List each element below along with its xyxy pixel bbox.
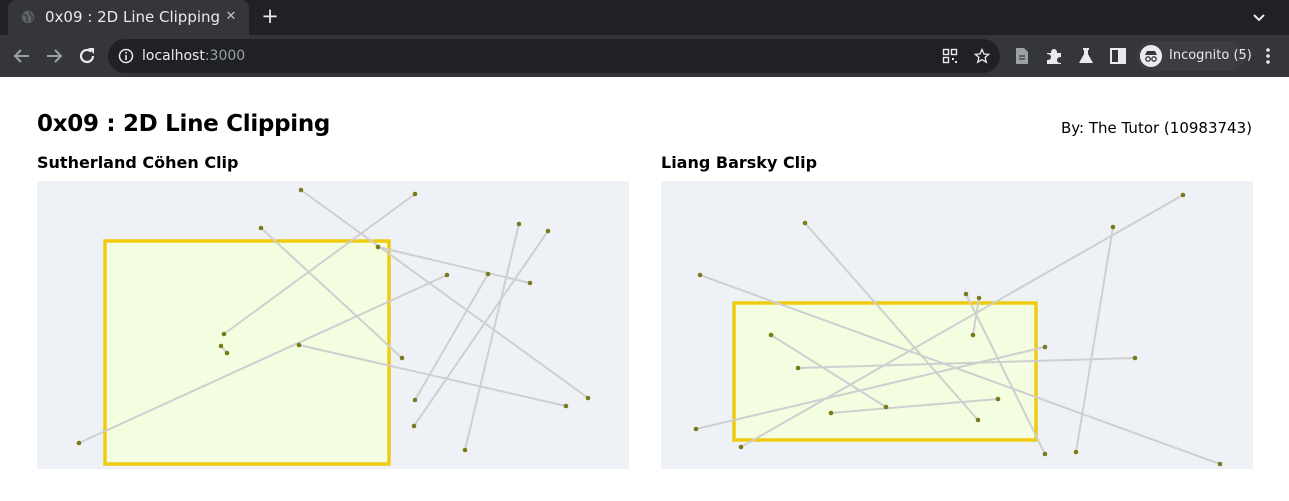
- tab-strip: 0x09 : 2D Line Clipping ✕ +: [0, 0, 1289, 35]
- line-endpoint: [1042, 451, 1048, 457]
- close-icon[interactable]: ✕: [222, 8, 240, 26]
- sidebar-icon[interactable]: [1107, 45, 1129, 67]
- line-endpoint: [221, 331, 227, 337]
- clip-window: [103, 239, 391, 466]
- line-endpoint: [1073, 449, 1079, 455]
- line-endpoint: [296, 342, 302, 348]
- profile-label: Incognito (5): [1169, 48, 1252, 63]
- line-endpoint: [1217, 461, 1223, 467]
- line-endpoint: [963, 291, 969, 297]
- line-endpoint: [545, 228, 551, 234]
- line-endpoint: [975, 417, 981, 423]
- puzzle-icon[interactable]: [1043, 45, 1065, 67]
- line-endpoint: [399, 355, 405, 361]
- document-icon[interactable]: [1011, 45, 1033, 67]
- line-endpoint: [76, 440, 82, 446]
- line-endpoint: [224, 350, 230, 356]
- page-title: 0x09 : 2D Line Clipping: [37, 111, 331, 137]
- line-endpoint: [485, 271, 491, 277]
- line-endpoint: [527, 280, 533, 286]
- forward-arrow-icon[interactable]: [42, 44, 66, 68]
- line-endpoint: [828, 410, 834, 416]
- back-arrow-icon[interactable]: [10, 44, 34, 68]
- line-endpoint: [258, 225, 264, 231]
- line-endpoint: [563, 403, 569, 409]
- browser-toolbar: localhost:3000 Incognito (5): [0, 35, 1289, 77]
- line-endpoint: [375, 244, 381, 250]
- line-endpoint: [693, 426, 699, 432]
- line-endpoint: [1180, 192, 1186, 198]
- reload-icon[interactable]: [75, 44, 99, 68]
- line-endpoint: [883, 404, 889, 410]
- tab-title: 0x09 : 2D Line Clipping: [45, 8, 221, 26]
- sutherland-cohen-title: Sutherland Cöhen Clip: [37, 153, 239, 172]
- sutherland-cohen-canvas[interactable]: [37, 181, 629, 469]
- author-credit: By: The Tutor (10983743): [1060, 119, 1252, 137]
- qr-code-icon[interactable]: [942, 48, 958, 64]
- globe-icon: [21, 10, 35, 24]
- url-text: localhost:3000: [142, 48, 246, 64]
- line-endpoint: [298, 187, 304, 193]
- line-endpoint: [738, 444, 744, 450]
- info-icon[interactable]: [118, 48, 134, 64]
- line-endpoint: [462, 447, 468, 453]
- address-bar[interactable]: localhost:3000: [108, 39, 1000, 73]
- star-icon[interactable]: [974, 48, 990, 64]
- line-endpoint: [411, 423, 417, 429]
- browser-tab[interactable]: 0x09 : 2D Line Clipping ✕: [8, 0, 249, 35]
- line-endpoint: [768, 332, 774, 338]
- plus-icon[interactable]: +: [260, 6, 280, 27]
- line-endpoint: [444, 272, 450, 278]
- line-endpoint: [795, 365, 801, 371]
- line-endpoint: [585, 395, 591, 401]
- line-endpoint: [516, 221, 522, 227]
- line-endpoint: [1132, 355, 1138, 361]
- clip-canvas-svg: [37, 181, 629, 469]
- line-endpoint: [976, 295, 982, 301]
- profile-button[interactable]: Incognito (5): [1137, 41, 1252, 71]
- chevron-down-icon[interactable]: [1249, 7, 1269, 27]
- flask-icon[interactable]: [1075, 45, 1097, 67]
- line-endpoint: [697, 272, 703, 278]
- line-endpoint: [1110, 224, 1116, 230]
- kebab-menu-icon[interactable]: [1258, 45, 1278, 67]
- line-endpoint: [802, 220, 808, 226]
- line-endpoint: [218, 343, 224, 349]
- incognito-icon: [1140, 45, 1162, 67]
- clip-window: [732, 301, 1038, 442]
- line-endpoint: [970, 332, 976, 338]
- line-endpoint: [1042, 344, 1048, 350]
- clip-canvas-svg: [661, 181, 1253, 469]
- liang-barsky-title: Liang Barsky Clip: [661, 153, 818, 172]
- line-endpoint: [995, 396, 1001, 402]
- liang-barsky-canvas[interactable]: [661, 181, 1253, 469]
- line-endpoint: [412, 397, 418, 403]
- line-endpoint: [412, 191, 418, 197]
